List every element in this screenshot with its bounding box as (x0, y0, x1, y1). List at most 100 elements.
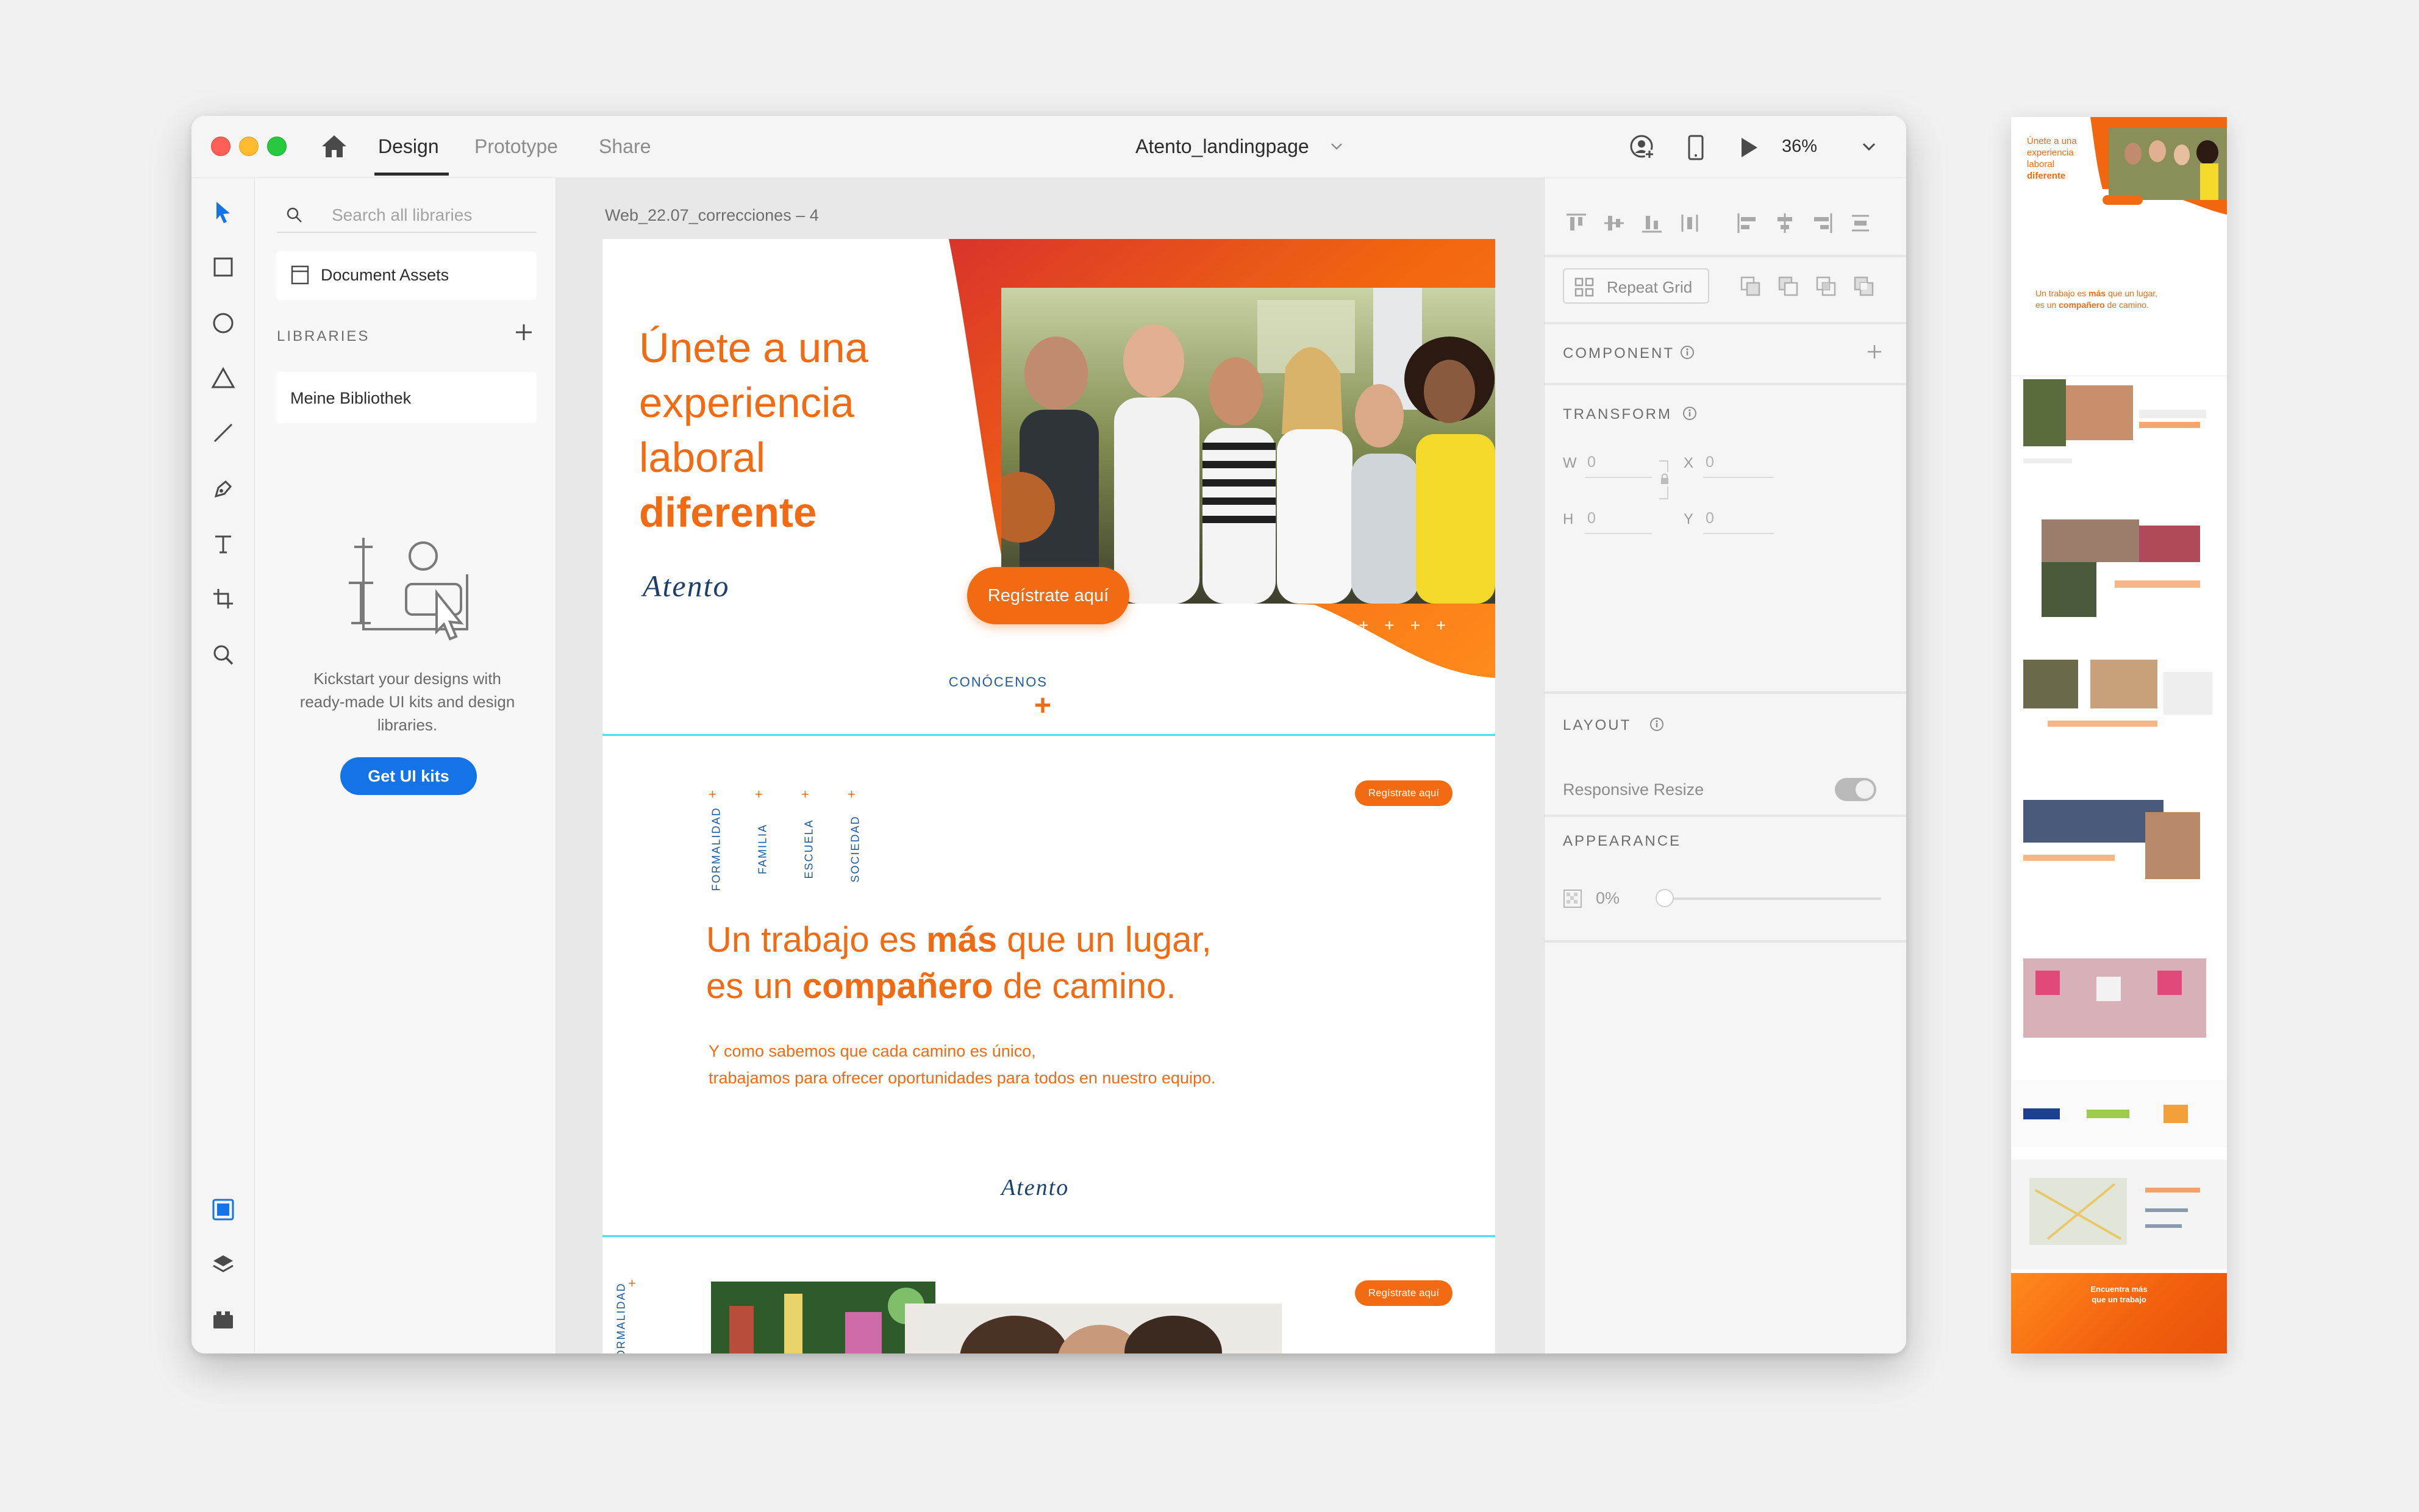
page-preview-thumbnail: Únete a una experiencia laboral diferent… (2011, 117, 2227, 1353)
decorative-stars: ++++ (1359, 616, 1462, 635)
distribute-vertical-icon[interactable] (1678, 211, 1702, 235)
star-icon: + (848, 786, 856, 802)
section-photo[interactable] (905, 1303, 1282, 1353)
ellipse-tool-icon[interactable] (207, 307, 239, 339)
minimize-window-button[interactable] (239, 137, 259, 156)
preview-hero-title: Únete a una experiencia laboral diferent… (2027, 135, 2077, 182)
opacity-slider-track[interactable] (1662, 897, 1881, 900)
transform-heading: TRANSFORM (1563, 406, 1672, 423)
category-label: FORMALIDAD (710, 807, 723, 891)
repeat-grid-icon (1574, 277, 1595, 301)
hero-title: Únete a una experiencia laboral diferent… (639, 321, 868, 540)
headline-text: Un trabajo es (706, 920, 927, 960)
home-icon[interactable] (320, 133, 349, 160)
conocenos-plus-icon[interactable]: + (1034, 689, 1051, 722)
opacity-slider-handle[interactable] (1656, 889, 1674, 907)
tab-prototype[interactable]: Prototype (474, 135, 558, 158)
select-tool-icon[interactable] (207, 196, 239, 228)
title-bar: Design Prototype Share Atento_landingpag… (191, 116, 1906, 178)
plugins-panel-icon[interactable] (207, 1303, 239, 1335)
inspector-divider (1545, 815, 1906, 817)
tab-design[interactable]: Design (378, 135, 439, 158)
headline-bold: compañero (802, 966, 993, 1006)
preview-footer-text: Encuentra más que un trabajo (2011, 1284, 2227, 1305)
add-library-icon[interactable] (513, 322, 534, 343)
star-icon: + (801, 786, 809, 802)
category-escuela: + ESCUELA (800, 786, 818, 885)
close-window-button[interactable] (211, 137, 230, 156)
register-button[interactable]: Regístrate aquí (967, 567, 1129, 624)
register-button-small[interactable]: Regístrate aquí (1355, 1280, 1452, 1306)
hero-title-line: experiencia (639, 379, 854, 426)
star-icon: + (709, 786, 716, 802)
repeat-grid-label: Repeat Grid (1607, 278, 1693, 296)
zoom-level[interactable]: 36% (1782, 137, 1817, 157)
register-button-small[interactable]: Regístrate aquí (1355, 780, 1452, 806)
ui-kits-illustration-icon (345, 532, 479, 644)
library-item[interactable]: Meine Bibliothek (276, 372, 537, 423)
distribute-horizontal-icon[interactable] (1848, 211, 1873, 235)
preview-content-sections (2023, 379, 2212, 1038)
pen-tool-icon[interactable] (207, 473, 239, 505)
info-icon[interactable] (1680, 345, 1695, 360)
maximize-window-button[interactable] (267, 137, 287, 156)
device-preview-icon[interactable] (1687, 134, 1705, 164)
section-divider (602, 734, 1495, 736)
opacity-value[interactable]: 0% (1596, 889, 1620, 908)
info-icon[interactable] (1682, 406, 1697, 421)
lock-aspect-icon[interactable] (1657, 460, 1671, 503)
body-line: Y como sabemos que cada camino es único, (709, 1042, 1036, 1060)
get-ui-kits-button[interactable]: Get UI kits (340, 757, 477, 795)
artboard-name[interactable]: Web_22.07_correcciones – 4 (605, 206, 819, 225)
y-value[interactable]: 0 (1706, 510, 1714, 527)
boolean-intersect-icon[interactable] (1814, 274, 1838, 299)
text-tool-icon[interactable] (207, 528, 239, 560)
boolean-exclude-icon[interactable] (1852, 274, 1876, 299)
document-assets-item[interactable]: Document Assets (276, 251, 537, 300)
tool-bar (191, 178, 255, 1353)
chevron-down-icon[interactable] (1329, 140, 1344, 152)
rectangle-tool-icon[interactable] (207, 251, 239, 283)
layers-panel-icon[interactable] (207, 1249, 239, 1280)
preview-register-button (2103, 195, 2143, 205)
polygon-tool-icon[interactable] (207, 362, 239, 394)
boolean-add-icon[interactable] (1738, 274, 1763, 299)
zoom-tool-icon[interactable] (207, 639, 239, 671)
active-tab-indicator (374, 173, 449, 176)
appearance-heading: APPEARANCE (1563, 833, 1682, 849)
category-label: ESCUELA (802, 819, 815, 879)
align-right-icon[interactable] (1810, 211, 1835, 235)
hero-group-photo[interactable] (1001, 288, 1495, 604)
align-middle-icon[interactable] (1602, 211, 1626, 235)
library-search[interactable] (277, 198, 537, 233)
assets-panel-icon[interactable] (207, 1194, 239, 1225)
section-photo[interactable] (711, 1282, 935, 1353)
headline-text: de camino. (993, 966, 1176, 1006)
tab-share[interactable]: Share (599, 135, 651, 158)
height-value[interactable]: 0 (1587, 510, 1596, 527)
x-value[interactable]: 0 (1706, 454, 1714, 471)
artboard-tool-icon[interactable] (207, 583, 239, 615)
share-user-icon[interactable] (1629, 134, 1656, 164)
align-top-icon[interactable] (1564, 211, 1588, 235)
add-component-icon[interactable] (1865, 343, 1884, 364)
document-title[interactable]: Atento_landingpage (1135, 135, 1309, 158)
responsive-resize-toggle[interactable] (1835, 778, 1876, 801)
height-label: H (1563, 511, 1574, 527)
width-value[interactable]: 0 (1587, 454, 1596, 471)
conocenos-link[interactable]: CONÓCENOS (602, 674, 1048, 690)
info-icon[interactable] (1649, 717, 1664, 732)
align-center-icon[interactable] (1773, 211, 1797, 235)
align-left-icon[interactable] (1735, 211, 1759, 235)
repeat-grid-button[interactable]: Repeat Grid (1563, 268, 1709, 304)
align-bottom-icon[interactable] (1640, 211, 1664, 235)
artboard[interactable]: Únete a una experiencia laboral diferent… (602, 239, 1495, 1353)
library-search-input[interactable] (332, 205, 527, 226)
play-icon[interactable] (1737, 134, 1761, 164)
line-tool-icon[interactable] (207, 417, 239, 449)
chevron-down-icon[interactable] (1861, 141, 1877, 152)
headline-text: que un lugar, (997, 920, 1212, 960)
inspector-divider (1545, 691, 1906, 694)
boolean-subtract-icon[interactable] (1776, 274, 1801, 299)
preview-title-bold: diferente (2027, 171, 2066, 181)
